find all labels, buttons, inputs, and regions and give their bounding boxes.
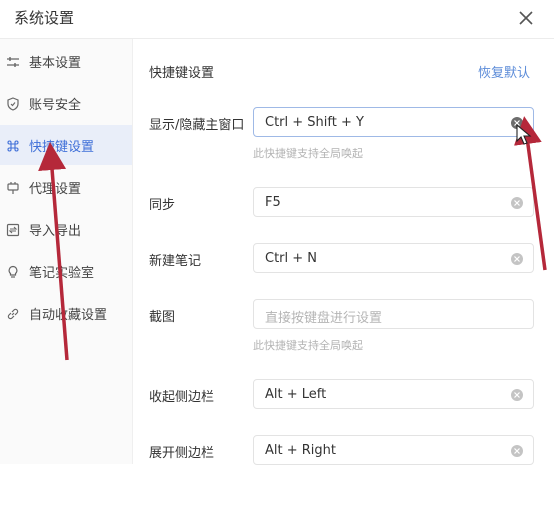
shortcut-input-screenshot[interactable]: 直接按键盘进行设置 (253, 299, 534, 329)
import-export-icon (6, 222, 20, 237)
close-icon[interactable] (516, 8, 536, 28)
shortcut-label-screenshot: 截图 (149, 310, 176, 325)
shortcut-label-new-note: 新建笔记 (149, 254, 202, 269)
shortcut-value: Ctrl + N (265, 251, 318, 266)
shortcut-label-sync: 同步 (149, 198, 176, 213)
clear-icon[interactable] (511, 389, 523, 401)
sidebar-item-basic-settings[interactable]: 基本设置 (0, 41, 132, 81)
sliders-icon (6, 54, 20, 68)
shortcut-label-collapse-sidebar: 收起侧边栏 (149, 390, 215, 405)
sidebar-item-proxy-settings[interactable]: 代理设置 (0, 167, 132, 207)
section-title: 快捷键设置 (149, 66, 215, 81)
shield-icon (6, 96, 20, 111)
clear-icon[interactable] (511, 117, 523, 129)
shortcut-input-new-note[interactable]: Ctrl + N (253, 243, 534, 273)
sidebar-item-label: 快捷键设置 (29, 139, 95, 155)
window-title: 系统设置 (14, 9, 75, 27)
clear-icon[interactable] (511, 445, 523, 457)
sidebar-item-auto-collect[interactable]: 自动收藏设置 (0, 293, 132, 333)
sidebar-item-label: 导入导出 (29, 223, 82, 239)
shortcut-value: Ctrl + Shift + Y (265, 115, 364, 130)
restore-defaults-link[interactable]: 恢复默认 (478, 62, 530, 81)
sidebar-item-import-export[interactable]: 导入导出 (0, 209, 132, 249)
shortcut-label-expand-sidebar: 展开侧边栏 (149, 446, 215, 461)
plug-icon (6, 180, 20, 194)
command-icon (6, 138, 20, 152)
sidebar-item-label: 自动收藏设置 (29, 307, 108, 323)
sidebar-item-label: 账号安全 (29, 97, 82, 113)
shortcut-hint: 此快捷键支持全局唤起 (253, 339, 363, 352)
sidebar-item-shortcut-settings[interactable]: 快捷键设置 (0, 125, 132, 165)
lightbulb-icon (6, 264, 20, 278)
sidebar: 基本设置 账号安全 快捷键设置 代理设置 导入导出 笔记实验室 自动收藏设置 (0, 39, 133, 464)
sidebar-item-label: 基本设置 (29, 55, 82, 71)
shortcut-input-toggle-window[interactable]: Ctrl + Shift + Y (253, 107, 534, 137)
shortcut-label-toggle-window: 显示/隐藏主窗口 (149, 118, 245, 133)
shortcut-input-expand-sidebar[interactable]: Alt + Right (253, 435, 534, 465)
shortcut-input-sync[interactable]: F5 (253, 187, 534, 217)
title-bar: 系统设置 (0, 0, 554, 39)
sidebar-item-label: 代理设置 (29, 181, 82, 197)
sidebar-item-label: 笔记实验室 (29, 265, 95, 281)
shortcut-value: F5 (265, 195, 281, 210)
shortcut-input-collapse-sidebar[interactable]: Alt + Left (253, 379, 534, 409)
sidebar-item-account-security[interactable]: 账号安全 (0, 83, 132, 123)
shortcut-placeholder: 直接按键盘进行设置 (265, 311, 383, 326)
link-icon (6, 306, 20, 320)
clear-icon[interactable] (511, 197, 523, 209)
shortcut-hint: 此快捷键支持全局唤起 (253, 147, 363, 160)
shortcut-value: Alt + Right (265, 443, 336, 458)
clear-icon[interactable] (511, 253, 523, 265)
shortcut-value: Alt + Left (265, 387, 327, 402)
sidebar-item-notes-lab[interactable]: 笔记实验室 (0, 251, 132, 291)
